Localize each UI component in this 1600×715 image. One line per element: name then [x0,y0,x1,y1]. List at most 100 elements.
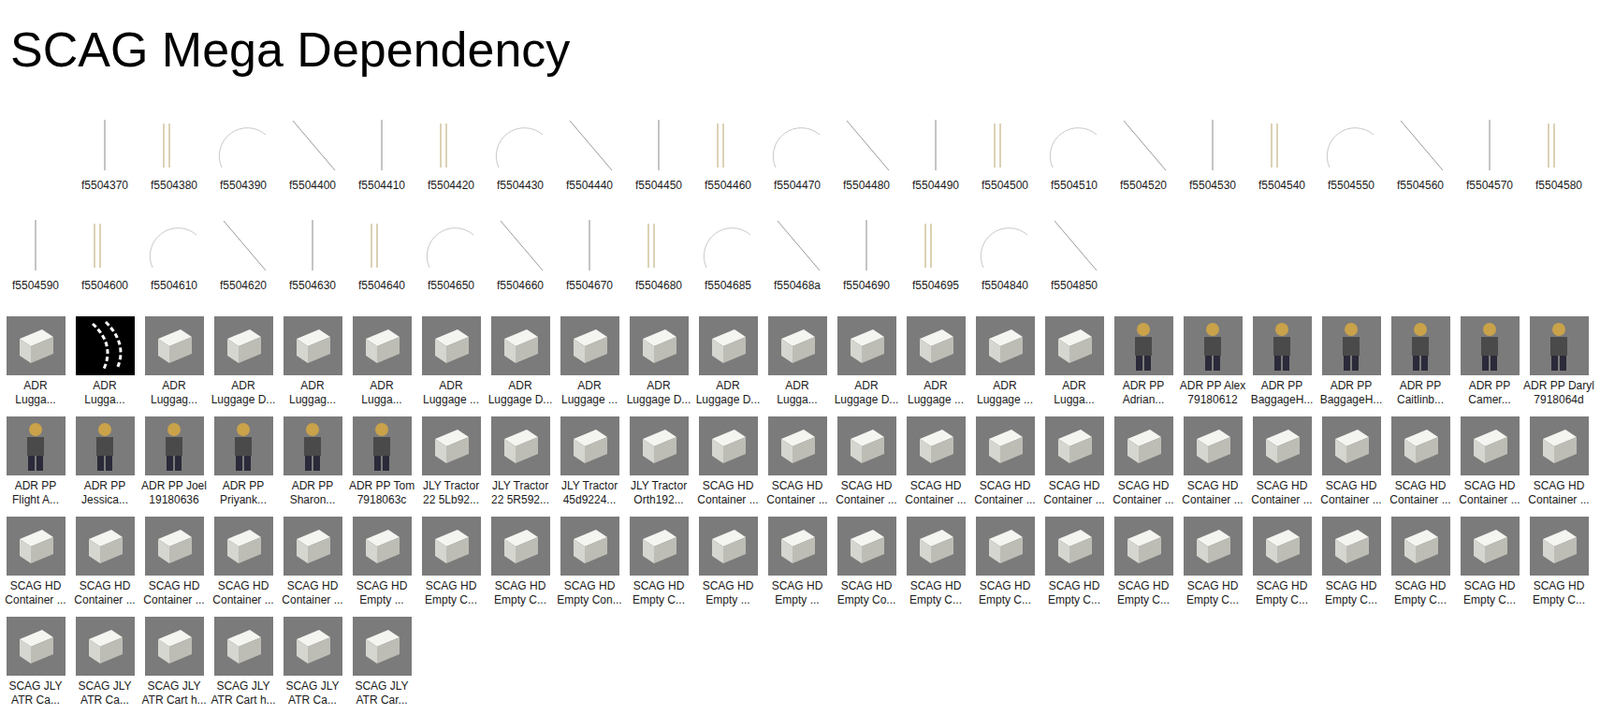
file-item[interactable]: ADRLuggage ... [554,316,625,408]
file-thumbnail[interactable] [837,516,897,576]
file-item[interactable]: SCAG HDContainer ... [901,416,971,508]
file-thumbnail[interactable] [6,116,66,175]
file-item[interactable]: ADR PPSharon... [277,416,348,508]
file-item[interactable]: f550468a [762,216,832,293]
file-thumbnail[interactable] [1529,316,1589,376]
file-thumbnail[interactable] [1391,116,1451,175]
file-item[interactable]: ADR PPCamer... [1454,316,1525,408]
file-thumbnail[interactable] [975,316,1035,376]
file-item[interactable]: SCAG HDEmpty C... [1316,516,1386,608]
file-thumbnail[interactable] [352,316,412,376]
file-item[interactable]: ADR PPPriyank... [208,416,278,508]
file-thumbnail[interactable] [560,116,620,175]
file-item[interactable]: ADR PPBaggageH... [1316,316,1386,408]
file-item[interactable]: ADRLuggage D... [208,316,278,408]
file-thumbnail[interactable] [352,616,412,676]
file-item[interactable]: ADRLuggag... [277,316,348,408]
file-thumbnail[interactable] [75,516,135,576]
file-item[interactable]: ADR PP Alex79180612 [1178,316,1248,408]
file-item[interactable]: SCAG HDEmpty ... [693,516,763,608]
file-thumbnail[interactable] [698,316,758,376]
file-item[interactable]: ADR PP Daryl7918064d [1524,316,1594,408]
file-thumbnail[interactable] [768,216,828,276]
file-thumbnail[interactable] [975,216,1035,276]
file-item[interactable]: SCAG HDEmpty C... [1524,516,1594,608]
file-thumbnail[interactable] [1183,516,1243,576]
file-item[interactable]: ADR PP Joel19180636 [139,416,209,508]
file-thumbnail[interactable] [698,116,758,175]
file-thumbnail[interactable] [1045,216,1105,276]
file-thumbnail[interactable] [1460,116,1520,175]
file-thumbnail[interactable] [1529,516,1589,576]
file-thumbnail[interactable] [145,516,204,576]
file-thumbnail[interactable] [629,316,689,376]
file-item[interactable]: SCAG JLYATR Ca... [0,616,71,708]
file-thumbnail[interactable] [1183,416,1243,476]
file-item[interactable]: SCAG JLYATR Ca... [70,616,140,708]
file-item[interactable]: f5504840 [970,216,1040,293]
file-item[interactable]: f5504480 [831,116,902,193]
file-thumbnail[interactable] [352,516,412,576]
file-item[interactable]: SCAG HDContainer ... [1524,416,1594,508]
file-thumbnail[interactable] [1391,316,1451,376]
file-thumbnail[interactable] [1322,516,1382,576]
file-item[interactable]: SCAG HDEmpty C... [1454,516,1525,608]
file-item[interactable]: ADRLuggage D... [693,316,763,408]
file-item[interactable]: f5504530 [1178,116,1248,193]
file-thumbnail[interactable] [837,216,897,276]
file-thumbnail[interactable] [214,316,274,376]
file-thumbnail[interactable] [698,516,758,576]
file-item[interactable]: f5504670 [554,216,625,293]
file-thumbnail[interactable] [1529,416,1589,476]
file-item[interactable]: ADRLugga... [0,316,71,408]
file-thumbnail[interactable] [421,116,481,175]
file-thumbnail[interactable] [214,416,274,476]
file-item[interactable]: SCAG HDEmpty C... [1385,516,1455,608]
file-thumbnail[interactable] [145,116,204,175]
file-item[interactable]: SCAG JLYATR Car... [347,616,417,708]
file-thumbnail[interactable] [1183,316,1243,376]
file-thumbnail[interactable] [6,316,66,376]
file-item[interactable]: ADRLugga... [347,316,417,408]
file-item[interactable]: f5504640 [347,216,417,293]
file-item[interactable]: SCAG HDContainer ... [0,516,71,608]
file-item[interactable]: f5504450 [624,116,694,193]
file-item[interactable]: SCAG HDEmpty C... [1039,516,1109,608]
file-item[interactable]: SCAG HDContainer ... [1385,416,1455,508]
file-thumbnail[interactable] [352,216,412,276]
file-item[interactable]: f5504550 [1316,116,1386,193]
file-item[interactable]: f5504430 [485,116,555,193]
file-thumbnail[interactable] [1322,116,1382,175]
file-thumbnail[interactable] [837,116,897,175]
file-thumbnail[interactable] [1045,116,1105,175]
file-thumbnail[interactable] [1460,416,1520,476]
file-thumbnail[interactable] [283,416,343,476]
file-thumbnail[interactable] [768,116,828,175]
file-item[interactable]: f5504570 [1454,116,1525,193]
file-thumbnail[interactable] [283,216,343,276]
file-item[interactable]: f5504560 [1385,116,1455,193]
file-thumbnail[interactable] [75,116,135,175]
file-item[interactable]: f5504690 [831,216,902,293]
file-thumbnail[interactable] [283,516,343,576]
file-thumbnail[interactable] [837,416,897,476]
file-item[interactable]: ADR PPJessica... [70,416,140,508]
file-item[interactable]: SCAG HDContainer ... [1454,416,1525,508]
file-item[interactable]: ADR PPBaggageH... [1247,316,1317,408]
file-thumbnail[interactable] [491,216,551,276]
file-item[interactable]: f5504510 [1039,116,1109,193]
file-thumbnail[interactable] [560,416,620,476]
file-item[interactable]: SCAG JLYATR Cart h... [139,616,209,708]
file-item[interactable]: SCAG HDContainer ... [970,416,1040,508]
file-thumbnail[interactable] [283,316,343,376]
file-item[interactable]: f5504500 [970,116,1040,193]
file-item[interactable]: f5504580 [1524,116,1594,193]
file-item[interactable]: f5504370 [70,116,140,193]
file-thumbnail[interactable] [214,516,274,576]
file-thumbnail[interactable] [1529,116,1589,175]
file-thumbnail[interactable] [421,416,481,476]
file-item[interactable]: f5504650 [416,216,486,293]
file-item[interactable]: SCAG HDContainer ... [70,516,140,608]
file-item[interactable]: SCAG HDContainer ... [693,416,763,508]
file-item[interactable]: ADR PPAdrian... [1108,316,1179,408]
